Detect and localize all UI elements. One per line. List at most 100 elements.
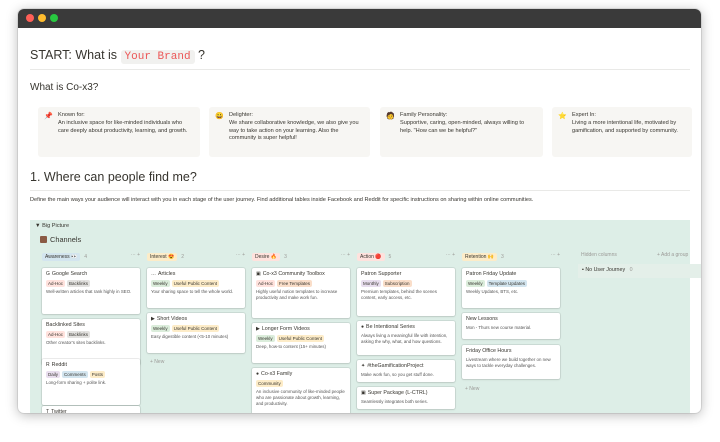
- card-icon: G: [46, 271, 50, 277]
- group-actions-icon[interactable]: ··· +: [446, 252, 455, 258]
- card-title: ▶ Short Videos: [151, 316, 241, 322]
- card-title-text: Google Search: [51, 271, 88, 277]
- card-title-text: Super Package (L-CTRL): [367, 390, 428, 396]
- star-icon: ⭐: [558, 113, 567, 120]
- board-card[interactable]: G Google Search Ad-Hoc Backlinks Well-writte…: [42, 268, 140, 314]
- database-title-label: Channels: [50, 235, 82, 244]
- callout-title: Expert In:: [572, 112, 596, 118]
- card-title-text: Co-x3 Family: [261, 371, 293, 377]
- add-group-button[interactable]: + Add a group: [657, 252, 688, 258]
- card-tags: Ad-Hoc Backlinks: [46, 280, 136, 287]
- page-title-suffix: ?: [194, 48, 205, 62]
- no-user-journey-column[interactable]: ▪ No User Journey 0: [578, 264, 701, 278]
- tag: Weekly: [151, 325, 170, 332]
- card-description: Other creator's sites backlinks.: [46, 340, 106, 345]
- group-header-awareness[interactable]: Awareness 👀 4 ··· +: [42, 252, 140, 261]
- card-tags: Weekly Useful Public Content: [256, 335, 346, 342]
- group-header-desire[interactable]: Desire 🔥 3 ··· +: [252, 252, 350, 261]
- card-description: Deep, how-to content (15+ minutes): [256, 344, 326, 349]
- card-title: ▣ Co-x3 Community Toolbox: [256, 271, 346, 277]
- card-icon: ▣: [361, 390, 366, 396]
- board-card[interactable]: … Articles Weekly Useful Public Content Your…: [147, 268, 245, 308]
- page-title-prefix: START: What is: [30, 48, 121, 62]
- card-title: Patron Friday Update: [466, 271, 556, 277]
- page-title-code: Your Brand: [120, 50, 195, 64]
- tag: Community: [256, 380, 283, 387]
- card-title-text: Co-x3 Community Toolbox: [262, 271, 325, 277]
- toggle-label: Big Picture: [42, 223, 70, 229]
- group-header-action[interactable]: Action 🔴 5 ··· +: [357, 252, 455, 261]
- card-title-text: New Lessons: [466, 316, 498, 322]
- group-actions-icon[interactable]: ··· +: [341, 252, 350, 258]
- board-card[interactable]: ▶ Short Videos Weekly Useful Public Content…: [147, 313, 245, 353]
- group-header-interest[interactable]: Interest 😍 2 ··· +: [147, 252, 245, 261]
- tag: Subscription: [382, 280, 412, 287]
- card-icon: ▶: [151, 316, 155, 322]
- callout-body: Living a more intentional life, motivate…: [572, 120, 678, 134]
- callout-title: Delighter:: [229, 112, 253, 118]
- callout-title: Known for:: [58, 112, 85, 118]
- card-tags: Ad-Hoc Backlinks: [46, 331, 136, 338]
- board-card[interactable]: ▣ Co-x3 Community Toolbox Ad-Hoc Free Templ…: [252, 268, 350, 318]
- new-card-button[interactable]: + New: [465, 386, 479, 392]
- card-title-text: Friday Office Hours: [466, 348, 512, 354]
- card-description: Always living a meaningful life with int…: [361, 333, 448, 344]
- card-description: Weekly Updates, BTS, etc.: [466, 289, 519, 294]
- callout-family-personality: 🧑 Family Personality: Supportive, caring…: [380, 107, 543, 157]
- divider: [30, 190, 690, 191]
- tag: Comments: [62, 371, 88, 378]
- group-label: Retention 🙌: [462, 252, 498, 261]
- card-icon: ●: [361, 324, 365, 330]
- board-card[interactable]: ✦ #theGamificationProject Make work fun, s…: [357, 360, 455, 382]
- database-title[interactable]: Channels: [40, 235, 81, 244]
- board-card[interactable]: ▣ Super Package (L-CTRL) Seamlessly integr…: [357, 387, 455, 409]
- group-actions-icon[interactable]: ··· +: [131, 252, 140, 258]
- board-card[interactable]: ▶ Longer Form Videos Weekly Useful Public C…: [252, 323, 350, 363]
- close-window-button[interactable]: [26, 14, 34, 22]
- board-card[interactable]: TTwitterDaily: [42, 406, 140, 413]
- group-actions-icon[interactable]: ··· +: [236, 252, 245, 258]
- card-description: Seamlessly integrates both series.: [361, 399, 428, 404]
- group-label: Action 🔴: [357, 252, 385, 261]
- no-user-journey-label: No User Journey: [585, 267, 626, 273]
- board-card[interactable]: New Lessons Mon - Thurs new course materi…: [462, 313, 560, 339]
- card-tags: Ad-Hoc Free Templates: [256, 280, 346, 287]
- database-icon: [40, 236, 47, 243]
- card-description: Long-form sharing + polite link.: [46, 380, 107, 385]
- card-description: Livestream where we build together on ne…: [466, 357, 551, 368]
- board-card[interactable]: Patron Supporter Monthly Subscription Premi…: [357, 268, 455, 316]
- card-title-text: Twitter: [51, 409, 67, 413]
- hidden-columns-label[interactable]: Hidden columns: [581, 252, 617, 258]
- group-actions-icon[interactable]: ··· +: [551, 252, 560, 258]
- tag: Free Templates: [277, 280, 312, 287]
- card-icon: ✦: [361, 363, 366, 369]
- big-picture-toggle[interactable]: ▼ Big Picture: [35, 223, 69, 229]
- maximize-window-button[interactable]: [50, 14, 58, 22]
- callout-body: Supportive, caring, open-minded, always …: [400, 120, 525, 134]
- card-icon: R: [46, 362, 50, 368]
- board-card[interactable]: Patron Friday Update Weekly Template Updat…: [462, 268, 560, 308]
- board-card[interactable]: ● Be Intentional Series Always living a me…: [357, 321, 455, 355]
- card-title: Friday Office Hours: [466, 348, 556, 354]
- section-heading-what-is: What is Co-x3?: [30, 82, 99, 93]
- board-card[interactable]: Friday Office Hours Livestream where we b…: [462, 345, 560, 379]
- card-title: ● Co-x3 Family: [256, 371, 346, 377]
- tag: Useful Public Content: [171, 280, 219, 287]
- board-card[interactable]: ● Co-x3 Family Community An inclusive commu…: [252, 368, 350, 413]
- card-tags: Weekly Template Updates: [466, 280, 556, 287]
- no-user-journey-count: 0: [629, 267, 633, 273]
- tag: Weekly: [256, 335, 275, 342]
- card-icon: ▣: [256, 271, 261, 277]
- card-tags: Community: [256, 380, 346, 387]
- callout-body: We share collaborative knowledge, we als…: [229, 120, 359, 142]
- new-card-button[interactable]: + New: [150, 359, 164, 365]
- section-description: Define the main ways your audience will …: [30, 197, 534, 203]
- group-header-retention[interactable]: Retention 🙌 3 ··· +: [462, 252, 560, 261]
- app-window: START: What is Your Brand ? What is Co-x…: [18, 9, 701, 413]
- pin-icon: 📌: [44, 113, 53, 120]
- minimize-window-button[interactable]: [38, 14, 46, 22]
- card-tags: Weekly Useful Public Content: [151, 325, 241, 332]
- divider: [30, 69, 690, 70]
- card-description: Highly useful notion templates to increa…: [256, 289, 338, 300]
- board-card[interactable]: R Reddit Daily Comments Posts Long-form shari…: [42, 359, 140, 405]
